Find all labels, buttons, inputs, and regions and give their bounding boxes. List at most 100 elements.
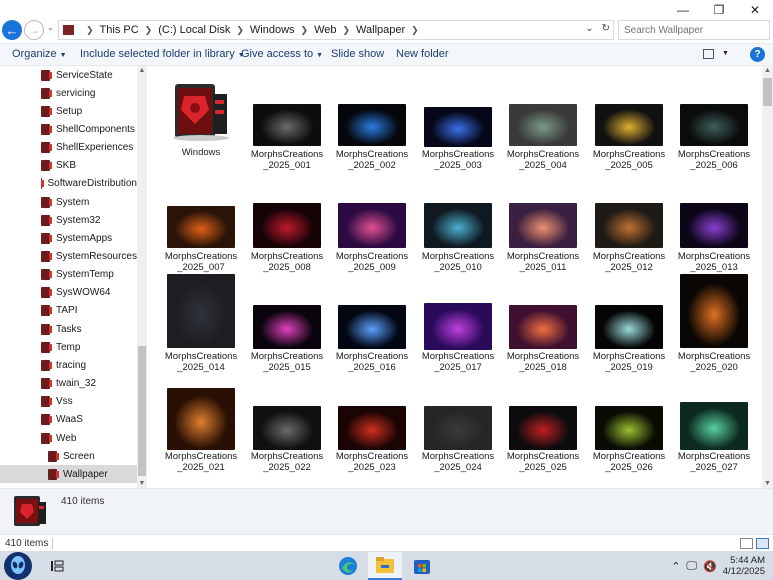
chevron-down-icon[interactable]: ▼	[762, 480, 773, 487]
file-item[interactable]: MorphsCreations _2025_026	[590, 372, 668, 473]
file-item[interactable]: MorphsCreations _2025_001	[248, 70, 326, 171]
details-view-icon[interactable]	[740, 538, 753, 549]
sidebar-item-softwaredistribution[interactable]: SoftwareDistribution	[0, 175, 137, 193]
navigation-scrollbar[interactable]: ▲ ▼	[137, 66, 147, 488]
maximize-button[interactable]: ❐	[701, 0, 737, 20]
file-item[interactable]: MorphsCreations _2025_009	[333, 172, 411, 273]
forward-button[interactable]: →	[24, 20, 44, 40]
file-item[interactable]: MorphsCreations _2025_013	[675, 172, 753, 273]
close-button[interactable]: ✕	[737, 0, 773, 20]
file-item[interactable]: MorphsCreations _2025_016	[333, 272, 411, 373]
breadcrumb-wallpaper[interactable]: Wallpaper	[356, 24, 405, 36]
chevron-right-icon[interactable]: ❯	[145, 25, 153, 36]
file-item[interactable]: MorphsCreations _2025_010	[419, 172, 497, 273]
scrollbar-thumb[interactable]	[763, 78, 772, 106]
large-icons-view-icon[interactable]	[756, 538, 769, 549]
image-thumbnail	[680, 104, 748, 146]
sidebar-item-shellcomponents[interactable]: ShellComponents	[0, 120, 137, 138]
search-input[interactable]	[618, 20, 770, 40]
sidebar-item-syswow64[interactable]: SysWOW64	[0, 284, 137, 302]
chevron-up-icon[interactable]: ▲	[762, 67, 773, 74]
sidebar-item-web[interactable]: Web	[0, 429, 137, 447]
file-item[interactable]: MorphsCreations _2025_004	[504, 70, 582, 171]
chevron-down-icon[interactable]: ▼	[137, 480, 147, 487]
sidebar-item-vss[interactable]: Vss	[0, 393, 137, 411]
chevron-up-icon[interactable]: ▲	[137, 67, 147, 74]
file-item[interactable]: MorphsCreations _2025_022	[248, 372, 326, 473]
sidebar-item-system[interactable]: System	[0, 193, 137, 211]
file-item[interactable]: MorphsCreations _2025_021	[162, 372, 240, 473]
sidebar-item-waas[interactable]: WaaS	[0, 411, 137, 429]
file-item[interactable]: MorphsCreations _2025_017	[419, 272, 497, 373]
file-item[interactable]: MorphsCreations _2025_005	[590, 70, 668, 171]
task-view-button[interactable]	[40, 552, 74, 580]
file-item[interactable]: MorphsCreations _2025_007	[162, 172, 240, 273]
taskbar-edge-button[interactable]	[331, 552, 365, 580]
slide-show-button[interactable]: Slide show	[331, 48, 384, 60]
breadcrumb-local-disk[interactable]: (C:) Local Disk	[158, 24, 230, 36]
taskbar-file-explorer-button[interactable]	[368, 552, 402, 580]
breadcrumb-web[interactable]: Web	[314, 24, 336, 36]
start-button[interactable]	[4, 552, 32, 580]
sidebar-item-servicestate[interactable]: ServiceState	[0, 66, 137, 84]
recent-locations-button[interactable]: ⌄	[47, 23, 54, 32]
file-item[interactable]: MorphsCreations _2025_002	[333, 70, 411, 171]
file-item[interactable]: MorphsCreations _2025_003	[419, 70, 497, 171]
sidebar-item-tasks[interactable]: Tasks	[0, 320, 137, 338]
file-item[interactable]: MorphsCreations _2025_024	[419, 372, 497, 473]
chevron-right-icon[interactable]: ❯	[342, 25, 350, 36]
sidebar-item-systemapps[interactable]: SystemApps	[0, 229, 137, 247]
network-icon[interactable]: 🖵	[686, 560, 697, 573]
sidebar-item-setup[interactable]: Setup	[0, 102, 137, 120]
chevron-right-icon[interactable]: ❯	[236, 25, 244, 36]
file-item[interactable]: MorphsCreations _2025_019	[590, 272, 668, 373]
sidebar-item-screen[interactable]: Screen	[0, 447, 137, 465]
sidebar-item-servicing[interactable]: servicing	[0, 84, 137, 102]
taskbar-store-button[interactable]	[405, 552, 439, 580]
sidebar-item-tapi[interactable]: TAPI	[0, 302, 137, 320]
chevron-right-icon[interactable]: ❯	[411, 25, 419, 36]
file-item[interactable]: MorphsCreations _2025_012	[590, 172, 668, 273]
chevron-up-icon[interactable]: ⌃	[671, 560, 680, 573]
file-item[interactable]: MorphsCreations _2025_011	[504, 172, 582, 273]
change-view-icon[interactable]	[703, 49, 714, 59]
chevron-down-icon[interactable]: ⌄	[585, 23, 593, 34]
sidebar-item-shellexperiences[interactable]: ShellExperiences	[0, 139, 137, 157]
sidebar-item-systemresources[interactable]: SystemResources	[0, 248, 137, 266]
scrollbar-thumb[interactable]	[138, 346, 146, 476]
file-item[interactable]: MorphsCreations _2025_015	[248, 272, 326, 373]
content-scrollbar[interactable]: ▲ ▼	[762, 66, 773, 488]
include-in-library-button[interactable]: Include selected folder in library ▼	[80, 48, 245, 60]
chevron-right-icon[interactable]: ❯	[86, 25, 94, 36]
file-item[interactable]: MorphsCreations _2025_023	[333, 372, 411, 473]
sidebar-item-tracing[interactable]: tracing	[0, 356, 137, 374]
file-item[interactable]: MorphsCreations _2025_020	[675, 272, 753, 373]
give-access-button[interactable]: Give access to ▼	[241, 48, 323, 60]
chevron-down-icon[interactable]: ▼	[722, 50, 729, 57]
back-button[interactable]: ←	[2, 20, 22, 40]
file-item[interactable]: MorphsCreations _2025_014	[162, 272, 240, 373]
breadcrumb-windows[interactable]: Windows	[250, 24, 295, 36]
sidebar-item-wallpaper[interactable]: Wallpaper	[0, 465, 137, 484]
file-item[interactable]: MorphsCreations _2025_008	[248, 172, 326, 273]
sidebar-item-temp[interactable]: Temp	[0, 338, 137, 356]
sidebar-item-skb[interactable]: SKB	[0, 157, 137, 175]
organize-button[interactable]: Organize ▼	[12, 48, 67, 60]
sidebar-item-twain-32[interactable]: twain_32	[0, 375, 137, 393]
sidebar-item-systemtemp[interactable]: SystemTemp	[0, 266, 137, 284]
file-item[interactable]: MorphsCreations _2025_027	[675, 372, 753, 473]
file-item[interactable]: MorphsCreations _2025_025	[504, 372, 582, 473]
address-bar[interactable]: ❯ This PC ❯ (C:) Local Disk ❯ Windows ❯ …	[58, 20, 614, 40]
file-item[interactable]: MorphsCreations _2025_006	[675, 70, 753, 171]
sidebar-item-system32[interactable]: System32	[0, 211, 137, 229]
folder-item[interactable]: Windows	[162, 70, 240, 170]
refresh-icon[interactable]: ↻	[602, 23, 610, 34]
volume-muted-icon[interactable]: 🔇	[703, 560, 717, 573]
file-item[interactable]: MorphsCreations _2025_018	[504, 272, 582, 373]
new-folder-button[interactable]: New folder	[396, 48, 449, 60]
help-button[interactable]: ?	[750, 47, 765, 62]
clock[interactable]: 5:44 AM 4/12/2025	[723, 555, 765, 577]
minimize-button[interactable]: —	[665, 0, 701, 20]
breadcrumb-this-pc[interactable]: This PC	[100, 24, 139, 36]
chevron-right-icon[interactable]: ❯	[301, 25, 309, 36]
